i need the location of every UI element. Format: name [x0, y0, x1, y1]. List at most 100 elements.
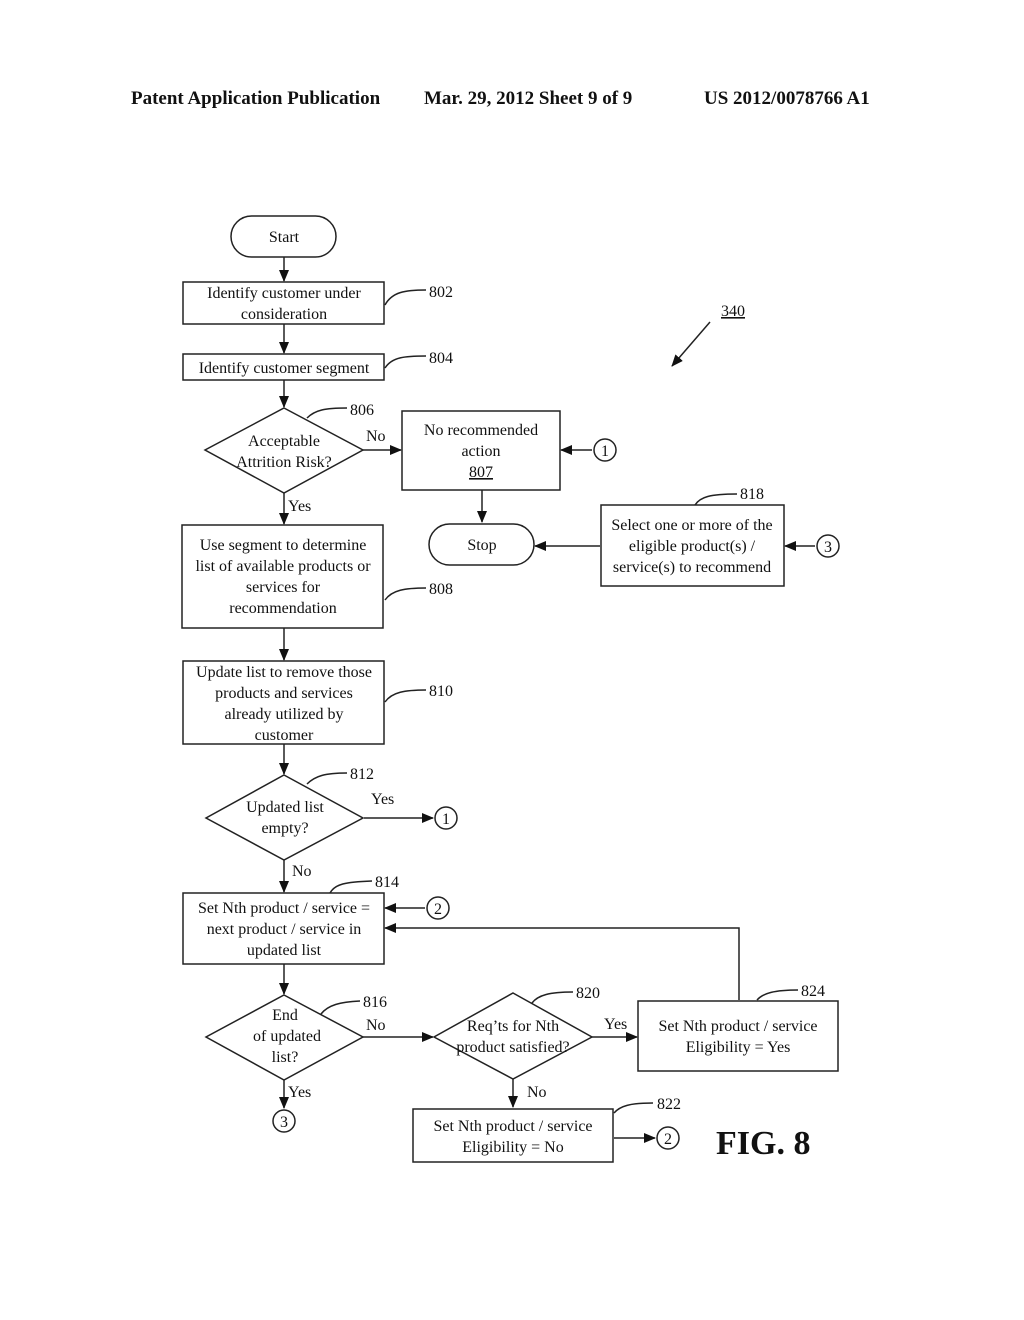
edge-label-816-no: No	[366, 1017, 386, 1034]
node-816-line-2: of updated	[253, 1028, 321, 1045]
leader-812	[306, 772, 348, 785]
node-810[interactable]: Update list to remove those products and…	[182, 660, 453, 745]
node-808-line-1: Use segment to determine	[200, 537, 367, 554]
figure-reference-arrow	[671, 321, 711, 367]
edge-label-816-yes: Yes	[288, 1084, 311, 1101]
node-804-line-1: Identify customer segment	[199, 360, 370, 377]
leader-804	[384, 355, 427, 369]
ref-814: 814	[375, 874, 399, 891]
leader-816	[320, 1000, 361, 1015]
node-818-line-3: service(s) to recommend	[613, 559, 771, 576]
connector-2-bottom[interactable]: 2	[656, 1126, 680, 1150]
node-810-line-3: already utilized by	[224, 706, 343, 723]
node-812[interactable]: Updated list empty? 812 Yes No	[204, 766, 394, 880]
edge-label-812-no: No	[292, 863, 312, 880]
node-stop[interactable]: Stop	[428, 523, 535, 566]
ref-810: 810	[429, 683, 453, 700]
node-stop-label: Stop	[467, 537, 496, 554]
edge-label-820-yes: Yes	[604, 1016, 627, 1033]
ref-822: 822	[657, 1096, 681, 1113]
node-808-line-2: list of available products or	[195, 558, 371, 575]
node-822-line-2: Eligibility = No	[462, 1139, 563, 1156]
connector-1-bottom[interactable]: 1	[434, 806, 458, 830]
node-810-line-2: products and services	[215, 685, 353, 702]
node-820[interactable]: Req’ts for Nth product satisfied? 820 Ye…	[432, 985, 627, 1101]
node-814[interactable]: Set Nth product / service = next product…	[182, 874, 399, 965]
node-807-line-1: No recommended	[424, 422, 538, 439]
node-824[interactable]: Set Nth product / service Eligibility = …	[637, 983, 839, 1072]
node-816[interactable]: End of updated list? 816 No Yes	[204, 994, 387, 1101]
node-812-line-1: Updated list	[246, 799, 324, 816]
ref-807: 807	[469, 464, 493, 481]
node-808-line-3: services for	[246, 579, 321, 596]
edge-824-814	[384, 923, 740, 1000]
ref-820: 820	[576, 985, 600, 1002]
node-822-line-1: Set Nth product / service	[433, 1118, 592, 1135]
node-816-line-1: End	[272, 1007, 298, 1024]
connector-label: 1	[601, 443, 609, 460]
node-822[interactable]: Set Nth product / service Eligibility = …	[412, 1096, 681, 1163]
connector-3-bottom[interactable]: 3	[272, 1109, 296, 1133]
node-818[interactable]: Select one or more of the eligible produ…	[600, 486, 785, 587]
node-816-line-3: list?	[272, 1049, 299, 1066]
node-812-line-2: empty?	[261, 820, 308, 837]
node-814-line-3: updated list	[247, 942, 322, 959]
leader-822	[613, 1102, 654, 1114]
ref-806: 806	[350, 402, 374, 419]
connector-2-top[interactable]: 2	[426, 896, 450, 920]
connector-label: 3	[824, 539, 832, 556]
leader-802	[384, 289, 427, 306]
ref-808: 808	[429, 581, 453, 598]
leader-808	[384, 587, 427, 601]
node-start-label: Start	[269, 229, 300, 246]
node-824-line-2: Eligibility = Yes	[686, 1039, 791, 1056]
node-814-line-2: next product / service in	[207, 921, 362, 938]
node-818-line-2: eligible product(s) /	[629, 538, 756, 555]
node-820-line-1: Req’ts for Nth	[467, 1018, 559, 1035]
process-box-824	[637, 1000, 839, 1072]
edge-label-812-yes: Yes	[371, 791, 394, 808]
leader-820	[531, 991, 574, 1004]
ref-818: 818	[740, 486, 764, 503]
connector-1-top[interactable]: 1	[593, 438, 617, 462]
connector-label: 3	[280, 1114, 288, 1131]
leader-824	[756, 989, 799, 1001]
node-810-line-4: customer	[255, 727, 314, 744]
connector-label: 1	[442, 811, 450, 828]
node-807-line-2: action	[461, 443, 500, 460]
connector-3-right[interactable]: 3	[816, 534, 840, 558]
decision-diamond-812	[204, 774, 365, 861]
figure-reference-number: 340	[721, 303, 745, 320]
edge-label-806-no: No	[366, 428, 386, 445]
leader-818	[694, 493, 738, 506]
node-808[interactable]: Use segment to determine list of availab…	[181, 524, 453, 629]
node-820-line-2: product satisfied?	[456, 1039, 569, 1056]
node-818-line-1: Select one or more of the	[611, 517, 772, 534]
decision-diamond-806	[203, 407, 365, 494]
ref-824: 824	[801, 983, 825, 1000]
node-802-line-1: Identify customer under	[207, 285, 361, 302]
node-806-line-1: Acceptable	[248, 433, 320, 450]
edge-label-820-no: No	[527, 1084, 547, 1101]
ref-804: 804	[429, 350, 453, 367]
node-808-line-4: recommendation	[229, 600, 337, 617]
node-824-line-1: Set Nth product / service	[658, 1018, 817, 1035]
node-802[interactable]: Identify customer under consideration 80…	[182, 281, 453, 325]
node-806-line-2: Attrition Risk?	[236, 454, 332, 471]
node-start[interactable]: Start	[230, 215, 337, 258]
leader-810	[384, 689, 427, 703]
ref-816: 816	[363, 994, 387, 1011]
leader-806	[306, 407, 348, 419]
leader-814	[329, 880, 373, 894]
node-807[interactable]: No recommended action 807	[401, 410, 561, 491]
ref-812: 812	[350, 766, 374, 783]
node-804[interactable]: Identify customer segment 804	[182, 350, 453, 381]
connector-label: 2	[434, 901, 442, 918]
node-810-line-1: Update list to remove those	[196, 664, 372, 681]
node-806[interactable]: Acceptable Attrition Risk? 806 No Yes	[203, 402, 386, 515]
connector-label: 2	[664, 1131, 672, 1148]
decision-diamond-820	[432, 992, 594, 1080]
flowchart: Start Identify customer under considerat…	[181, 215, 840, 1163]
node-802-line-2: consideration	[241, 306, 327, 323]
ref-802: 802	[429, 284, 453, 301]
